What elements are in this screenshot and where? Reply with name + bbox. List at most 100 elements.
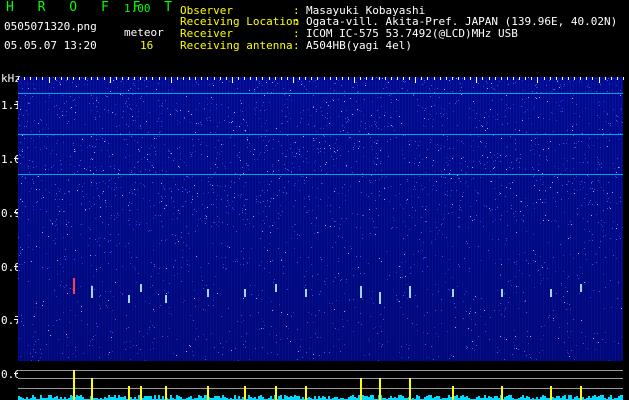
x-minor-tick	[48, 77, 50, 80]
x-minor-tick	[610, 77, 612, 80]
meteor-echo	[73, 278, 75, 295]
meteor-label: meteor	[124, 26, 164, 39]
x-minor-tick	[427, 77, 429, 80]
spectrogram-marks	[18, 77, 623, 361]
x-minor-tick	[195, 77, 197, 80]
x-minor-tick	[36, 77, 38, 80]
x-minor-tick	[549, 77, 551, 80]
meteor-echo	[91, 286, 94, 299]
app-version: 1.00	[124, 2, 151, 15]
x-minor-tick	[311, 77, 313, 80]
x-minor-tick	[244, 77, 246, 80]
x-minor-tick	[604, 77, 606, 80]
x-minor-tick	[537, 77, 539, 80]
location-value: Ogata-vill. Akita-Pref. JAPAN (139.96E, …	[306, 15, 618, 28]
x-minor-tick	[354, 77, 356, 80]
x-minor-tick	[372, 77, 374, 80]
app-brand: H R O F F T	[6, 0, 181, 15]
x-minor-tick	[305, 77, 307, 80]
echo-spike	[274, 386, 277, 400]
antenna-colon: :	[293, 39, 300, 52]
y-tick-mark	[14, 373, 18, 375]
x-minor-tick	[85, 77, 87, 80]
x-minor-tick	[421, 77, 423, 80]
x-minor-tick	[60, 77, 62, 80]
x-minor-tick	[366, 77, 368, 80]
antenna-value: A504HB(yagi 4el)	[306, 39, 412, 52]
capture-datetime: 05.05.07 13:20	[4, 39, 97, 52]
x-minor-tick	[256, 77, 258, 80]
echo-spike	[549, 386, 552, 400]
spectrogram	[18, 77, 624, 361]
y-tick-mark	[14, 211, 18, 213]
x-minor-tick	[286, 77, 288, 80]
x-minor-tick	[213, 77, 215, 80]
x-minor-tick	[42, 77, 44, 80]
meteor-echo	[580, 284, 583, 293]
x-minor-tick	[73, 77, 74, 80]
echo-spike	[244, 386, 247, 400]
x-minor-tick	[616, 77, 618, 80]
meteor-echo	[274, 284, 277, 293]
x-minor-tick	[225, 77, 227, 80]
x-minor-tick	[623, 77, 624, 80]
x-minor-tick	[470, 77, 472, 80]
image-filename: 0505071320.png	[4, 20, 97, 33]
x-minor-tick	[152, 77, 154, 80]
x-minor-tick	[18, 77, 19, 80]
x-minor-tick	[580, 77, 582, 80]
x-minor-tick	[91, 77, 93, 80]
echo-counter-strip	[18, 361, 623, 400]
meteor-echo	[409, 286, 412, 299]
x-minor-tick	[439, 77, 441, 80]
x-minor-tick	[274, 77, 276, 80]
echo-spike	[140, 386, 143, 400]
x-minor-tick	[568, 77, 569, 80]
x-minor-tick	[176, 77, 178, 80]
x-minor-tick	[598, 77, 600, 80]
carrier-line	[18, 133, 623, 135]
x-minor-tick	[293, 77, 294, 80]
x-minor-tick	[30, 77, 32, 80]
x-minor-tick	[561, 77, 563, 80]
meteor-echo	[451, 289, 454, 298]
x-minor-tick	[109, 77, 111, 80]
x-minor-tick	[158, 77, 160, 80]
x-minor-tick	[323, 77, 325, 80]
receiver-colon: :	[293, 27, 300, 40]
x-minor-tick	[317, 77, 319, 80]
y-tick-mark	[14, 103, 18, 105]
echo-spike	[451, 386, 454, 400]
y-tick-mark	[14, 157, 18, 159]
meteor-echo	[207, 289, 210, 298]
x-minor-tick	[189, 77, 191, 80]
x-minor-tick	[201, 77, 203, 80]
x-minor-tick	[66, 77, 68, 80]
meteor-echo	[360, 286, 363, 299]
x-minor-tick	[54, 77, 56, 80]
meteor-echo	[549, 289, 552, 298]
echo-spike	[409, 378, 412, 400]
counter-line-lower	[18, 388, 623, 389]
x-minor-tick	[250, 77, 252, 80]
x-minor-tick	[415, 77, 417, 80]
meteor-echo	[500, 289, 503, 298]
echo-spike	[500, 386, 503, 400]
x-minor-tick	[488, 77, 490, 80]
hrofft-window: H R O F F T 1.00 0505071320.png meteor 0…	[0, 0, 629, 400]
x-minor-tick	[494, 77, 496, 80]
echo-spike	[378, 378, 381, 400]
echo-spike	[207, 386, 210, 400]
meteor-echo	[164, 294, 167, 303]
x-minor-tick	[451, 77, 453, 80]
echo-spike	[360, 378, 363, 400]
meteor-echo	[128, 294, 130, 303]
x-minor-tick	[464, 77, 466, 80]
x-minor-tick	[531, 77, 533, 80]
x-minor-tick	[390, 77, 392, 80]
x-minor-tick	[299, 77, 301, 80]
receiver-value: ICOM IC-575 53.7492(@LCD)MHz USB	[306, 27, 518, 40]
x-minor-tick	[238, 77, 239, 80]
x-minor-tick	[555, 77, 557, 80]
x-minor-tick	[231, 77, 233, 80]
